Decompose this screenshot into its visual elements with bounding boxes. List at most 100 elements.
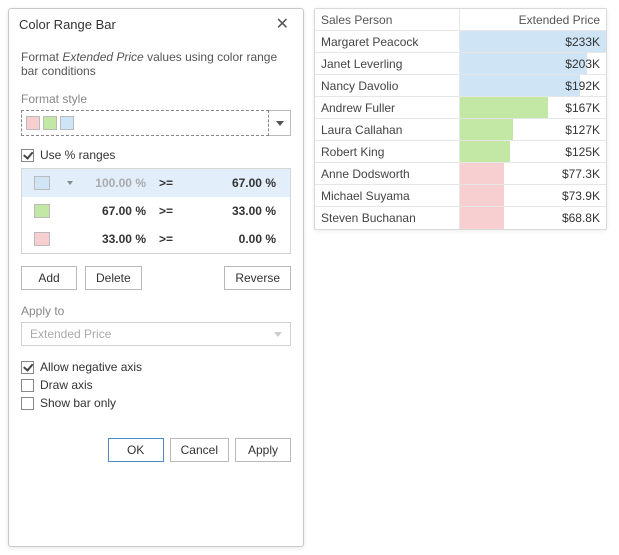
- swatch-icon: [34, 232, 50, 246]
- range-bar: [460, 97, 548, 118]
- range-row[interactable]: 33.00 %>=0.00 %: [22, 225, 290, 253]
- intro-prefix: Format: [21, 50, 62, 64]
- range-operator[interactable]: >=: [152, 232, 180, 246]
- swatch-icon: [34, 204, 50, 218]
- cell-extended-price: $192K: [460, 75, 606, 96]
- dialog-body: Format Extended Price values using color…: [9, 40, 303, 410]
- cell-sales-person: Janet Leverling: [315, 53, 460, 74]
- ok-button[interactable]: OK: [108, 438, 164, 462]
- table-row[interactable]: Andrew Fuller$167K: [315, 97, 606, 119]
- cell-extended-price: $233K: [460, 31, 606, 52]
- grid-header: Sales Person Extended Price: [315, 9, 606, 31]
- range-swatch[interactable]: [22, 176, 62, 190]
- color-range-bar-dialog: Color Range Bar ✕ Format Extended Price …: [8, 8, 304, 547]
- table-row[interactable]: Anne Dodsworth $77.3K: [315, 163, 606, 185]
- cell-extended-price: $68.8K: [460, 207, 606, 229]
- range-lower-value[interactable]: 33.00 %: [180, 204, 290, 218]
- show-bar-only-checkbox[interactable]: Show bar only: [21, 396, 291, 410]
- range-bar: [460, 185, 504, 206]
- intro-text: Format Extended Price values using color…: [21, 50, 291, 78]
- cell-extended-price: $203K: [460, 53, 606, 74]
- table-row[interactable]: Laura Callahan $127K: [315, 119, 606, 141]
- column-header-sales-person[interactable]: Sales Person: [315, 9, 460, 30]
- cell-extended-price: $73.9K: [460, 185, 606, 206]
- draw-axis-checkbox[interactable]: Draw axis: [21, 378, 291, 392]
- table-row[interactable]: Michael Suyama$73.9K: [315, 185, 606, 207]
- use-pct-ranges-checkbox[interactable]: Use % ranges: [21, 148, 291, 162]
- table-row[interactable]: Nancy Davolio$192K: [315, 75, 606, 97]
- range-bar: [460, 163, 504, 184]
- range-swatch[interactable]: [22, 204, 62, 218]
- grid-body: Margaret Peacock $233K Janet Leverling $203…: [315, 31, 606, 229]
- draw-axis-label: Draw axis: [40, 378, 93, 392]
- range-operator[interactable]: >=: [152, 204, 180, 218]
- cell-sales-person: Margaret Peacock: [315, 31, 460, 52]
- allow-negative-axis-label: Allow negative axis: [40, 360, 142, 374]
- show-bar-only-label: Show bar only: [40, 396, 116, 410]
- column-header-extended-price-label: Extended Price: [519, 13, 600, 27]
- cell-extended-price: $167K: [460, 97, 606, 118]
- chevron-down-icon: [274, 332, 282, 337]
- cell-value: $68.8K: [562, 211, 600, 225]
- delete-button[interactable]: Delete: [85, 266, 142, 290]
- ranges-button-row: Add Delete Reverse: [21, 266, 291, 290]
- apply-button[interactable]: Apply: [235, 438, 291, 462]
- range-upper-value[interactable]: 67.00 %: [78, 204, 152, 218]
- dialog-footer: OK Cancel Apply: [9, 438, 303, 462]
- cell-value: $167K: [565, 101, 600, 115]
- range-lower-value[interactable]: 0.00 %: [180, 232, 290, 246]
- range-bar: [460, 75, 580, 96]
- range-row[interactable]: 67.00 %>=33.00 %: [22, 197, 290, 225]
- range-lower-value[interactable]: 67.00 %: [180, 176, 290, 190]
- apply-to-select[interactable]: Extended Price: [21, 322, 291, 346]
- cell-sales-person: Nancy Davolio: [315, 75, 460, 96]
- table-row[interactable]: Robert King $125K: [315, 141, 606, 163]
- table-row[interactable]: Janet Leverling $203K: [315, 53, 606, 75]
- format-style-dropdown-button[interactable]: [269, 110, 291, 136]
- add-button[interactable]: Add: [21, 266, 77, 290]
- format-style-row: [21, 110, 291, 136]
- range-swatch[interactable]: [22, 232, 62, 246]
- cell-value: $77.3K: [562, 167, 600, 181]
- range-upper-value[interactable]: 100.00 %: [78, 176, 152, 190]
- format-style-label: Format style: [21, 92, 291, 106]
- swatch-blue-icon: [60, 116, 74, 130]
- cell-sales-person: Steven Buchanan: [315, 207, 460, 229]
- cancel-button[interactable]: Cancel: [170, 438, 229, 462]
- range-bar: [460, 119, 513, 140]
- cell-value: $125K: [565, 145, 600, 159]
- dialog-header: Color Range Bar ✕: [9, 9, 303, 40]
- checkbox-icon: [21, 361, 34, 374]
- cell-value: $203K: [565, 57, 600, 71]
- cell-sales-person: Robert King: [315, 141, 460, 162]
- table-row[interactable]: Margaret Peacock $233K: [315, 31, 606, 53]
- allow-negative-axis-checkbox[interactable]: Allow negative axis: [21, 360, 291, 374]
- cell-sales-person: Anne Dodsworth: [315, 163, 460, 184]
- range-upper-value[interactable]: 33.00 %: [78, 232, 152, 246]
- chevron-down-icon: [67, 181, 73, 185]
- format-style-preview[interactable]: [21, 110, 269, 136]
- swatch-icon: [34, 176, 50, 190]
- range-operator[interactable]: >=: [152, 176, 180, 190]
- checkbox-icon: [21, 379, 34, 392]
- ranges-table: 100.00 %>=67.00 %67.00 %>=33.00 %33.00 %…: [21, 168, 291, 254]
- apply-to-label: Apply to: [21, 304, 291, 318]
- close-icon[interactable]: ✕: [272, 18, 293, 32]
- cell-sales-person: Laura Callahan: [315, 119, 460, 140]
- intro-field: Extended Price: [62, 50, 143, 64]
- table-row[interactable]: Steven Buchanan $68.8K: [315, 207, 606, 229]
- range-row[interactable]: 100.00 %>=67.00 %: [22, 169, 290, 197]
- column-header-extended-price[interactable]: Extended Price: [460, 9, 606, 30]
- range-swatch-dropdown[interactable]: [62, 181, 78, 185]
- reverse-button[interactable]: Reverse: [224, 266, 291, 290]
- range-bar: [460, 207, 504, 229]
- checkbox-icon: [21, 149, 34, 162]
- checkbox-icon: [21, 397, 34, 410]
- cell-value: $233K: [565, 35, 600, 49]
- chevron-down-icon: [276, 121, 284, 126]
- dialog-title: Color Range Bar: [19, 17, 116, 32]
- use-pct-ranges-label: Use % ranges: [40, 148, 115, 162]
- cell-extended-price: $127K: [460, 119, 606, 140]
- cell-value: $127K: [565, 123, 600, 137]
- cell-value: $73.9K: [562, 189, 600, 203]
